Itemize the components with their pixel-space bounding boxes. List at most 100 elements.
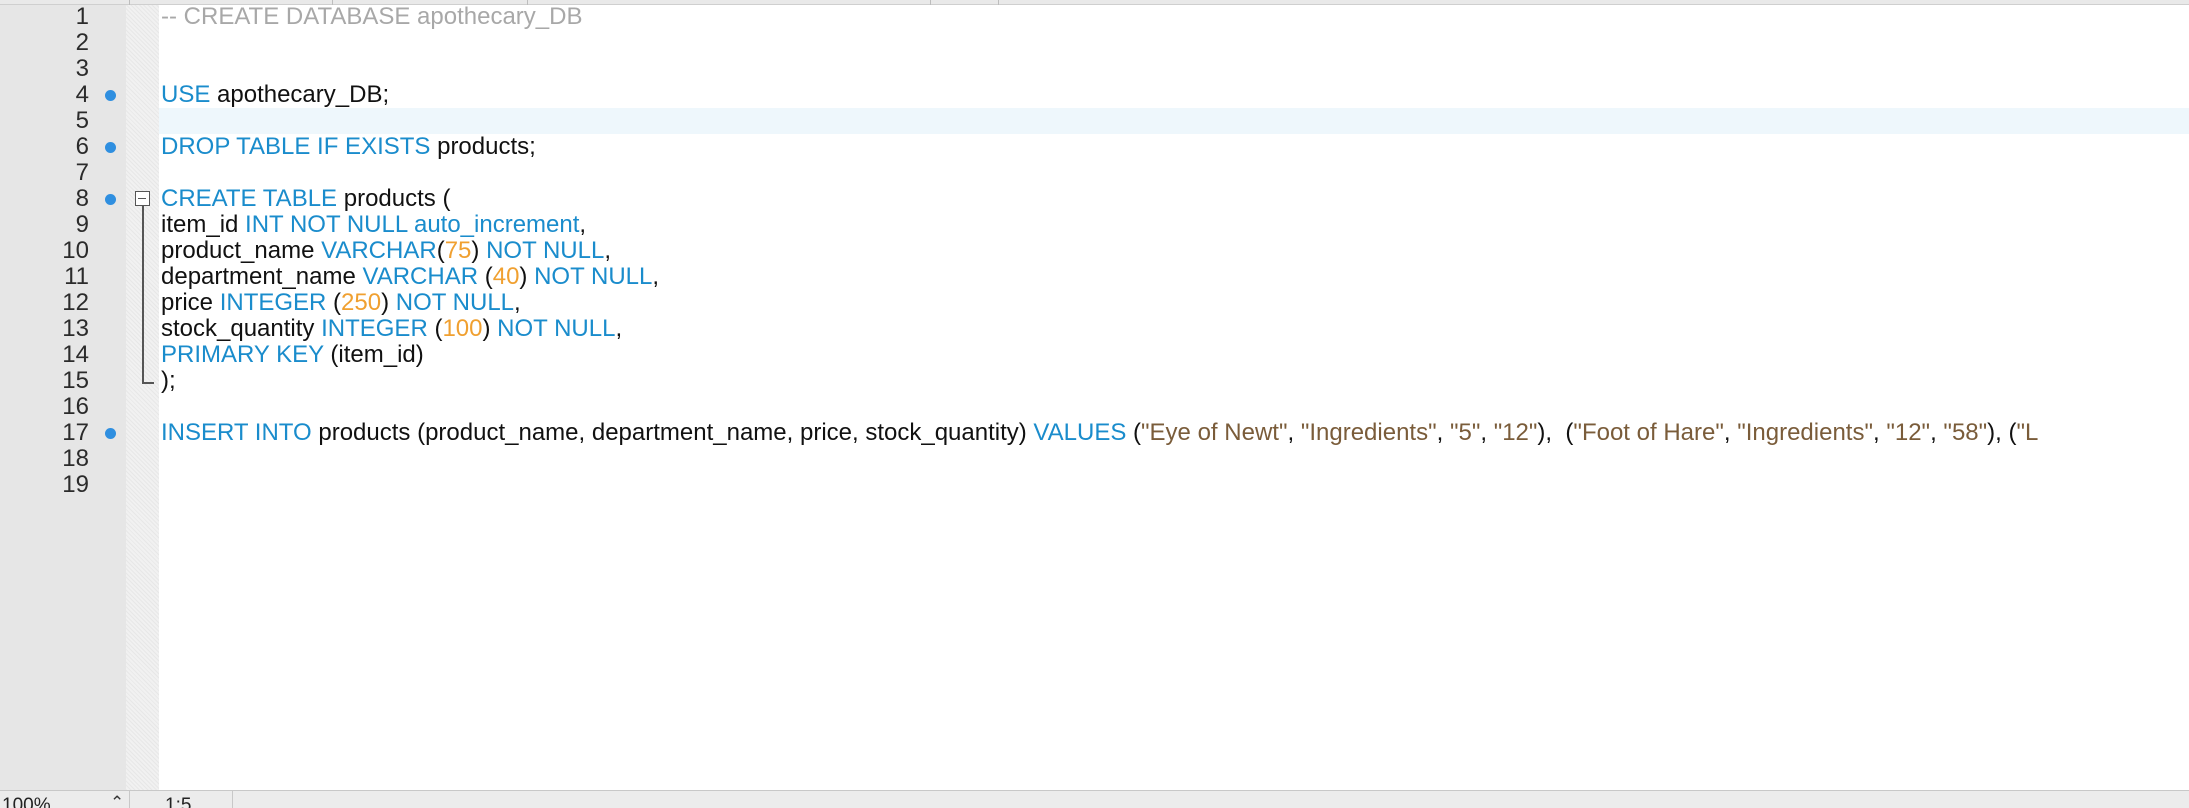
marker-column[interactable] <box>92 4 126 498</box>
code-token: (item_id) <box>323 341 424 368</box>
code-token: ( <box>478 263 493 290</box>
code-line[interactable] <box>159 56 2189 82</box>
code-token: "58" <box>1943 419 1988 446</box>
marker-slot[interactable] <box>92 30 126 56</box>
breakpoint-dot-icon[interactable] <box>105 194 116 205</box>
marker-slot[interactable] <box>92 82 126 108</box>
code-token: ( <box>427 315 443 342</box>
line-number: 15 <box>62 367 89 394</box>
line-number: 17 <box>62 419 89 446</box>
line-number: 7 <box>75 159 89 186</box>
status-bar: 100% ⌃ 1:5 <box>0 790 2189 808</box>
line-number-gutter[interactable]: 1 2 3 4 5 6 7 8 9 10 11 12 13 14 15 16 17 18 19 <box>0 0 126 790</box>
code-token: 250 <box>341 289 382 316</box>
zoom-select[interactable]: 100% ⌃ <box>0 791 130 808</box>
code-token: apothecary_DB; <box>210 81 390 108</box>
code-token: , <box>1436 419 1450 446</box>
breakpoint-dot-icon[interactable] <box>105 90 116 101</box>
breakpoint-dot-icon[interactable] <box>105 428 116 439</box>
marker-slot[interactable] <box>92 4 126 30</box>
code-line[interactable]: stock_quantity INTEGER (100) NOT NULL, <box>159 316 2189 342</box>
code-token: , <box>1930 419 1944 446</box>
line-number: 18 <box>62 445 89 472</box>
code-token: VARCHAR <box>362 263 479 290</box>
marker-slot[interactable] <box>92 394 126 420</box>
code-line[interactable]: CREATE TABLE products ( <box>159 186 2189 212</box>
code-line[interactable]: INSERT INTO products (product_name, depa… <box>159 420 2189 446</box>
line-number: 1 <box>75 3 89 30</box>
code-token: , <box>514 289 521 316</box>
code-line[interactable]: department_name VARCHAR (40) NOT NULL, <box>159 264 2189 290</box>
code-token: "12" <box>1886 419 1931 446</box>
line-number: 13 <box>62 315 89 342</box>
marker-slot[interactable] <box>92 108 126 134</box>
code-token: "Foot of Hare" <box>1573 419 1724 446</box>
code-token: NOT NULL <box>486 237 605 264</box>
line-number: 10 <box>62 237 89 264</box>
top-toolbar-edge <box>0 0 2189 5</box>
code-line[interactable]: item_id INT NOT NULL auto_increment, <box>159 212 2189 238</box>
marker-slot[interactable] <box>92 212 126 238</box>
breakpoint-dot-icon[interactable] <box>105 142 116 153</box>
code-token: 75 <box>444 237 472 264</box>
code-token: products ( <box>337 185 451 212</box>
code-token: ), ( <box>1537 419 1574 446</box>
marker-slot[interactable] <box>92 264 126 290</box>
marker-slot[interactable] <box>92 290 126 316</box>
code-token: , <box>579 211 587 238</box>
code-token: ) <box>381 289 396 316</box>
marker-slot[interactable] <box>92 160 126 186</box>
marker-slot[interactable] <box>92 342 126 368</box>
code-line[interactable] <box>159 446 2189 472</box>
code-token: , <box>652 263 660 290</box>
code-line[interactable] <box>159 394 2189 420</box>
code-token: INSERT INTO <box>161 419 312 446</box>
fold-gutter[interactable] <box>126 0 159 790</box>
code-token: ) <box>482 315 498 342</box>
cursor-position[interactable]: 1:5 <box>133 791 233 808</box>
code-token: 40 <box>492 263 520 290</box>
marker-slot[interactable] <box>92 420 126 446</box>
fold-range-line <box>142 206 144 383</box>
code-line[interactable] <box>159 160 2189 186</box>
zoom-level: 100% <box>2 795 51 808</box>
code-token: "Eye of Newt" <box>1141 419 1288 446</box>
code-line[interactable] <box>159 108 2189 134</box>
code-token: , <box>1287 419 1301 446</box>
marker-slot[interactable] <box>92 472 126 498</box>
code-token: products (product_name, department_name,… <box>311 419 1034 446</box>
line-numbers: 1 2 3 4 5 6 7 8 9 10 11 12 13 14 15 16 17 18 19 <box>0 4 90 498</box>
code-token: price <box>161 289 220 316</box>
marker-slot[interactable] <box>92 56 126 82</box>
code-token: "Ingredients" <box>1737 419 1873 446</box>
line-number: 8 <box>75 185 89 212</box>
code-editor[interactable]: -- CREATE DATABASE apothecary_DB USE apot… <box>159 4 2189 790</box>
code-line[interactable]: price INTEGER (250) NOT NULL, <box>159 290 2189 316</box>
code-line[interactable]: product_name VARCHAR(75) NOT NULL, <box>159 238 2189 264</box>
code-token: , <box>604 237 611 264</box>
code-line[interactable] <box>159 472 2189 498</box>
line-number: 12 <box>62 289 89 316</box>
code-token: NOT NULL <box>497 315 616 342</box>
code-token: item_id <box>161 211 246 238</box>
code-line[interactable]: -- CREATE DATABASE apothecary_DB <box>159 4 2189 30</box>
marker-slot[interactable] <box>92 368 126 394</box>
cursor-position-label: 1:5 <box>165 795 192 808</box>
code-token: VARCHAR <box>321 237 437 264</box>
fold-collapse-icon[interactable] <box>135 191 150 206</box>
marker-slot[interactable] <box>92 238 126 264</box>
code-token: DROP TABLE IF EXISTS <box>161 133 431 160</box>
code-line[interactable]: DROP TABLE IF EXISTS products; <box>159 134 2189 160</box>
marker-slot[interactable] <box>92 134 126 160</box>
code-token: "5" <box>1449 419 1481 446</box>
code-line[interactable] <box>159 30 2189 56</box>
marker-slot[interactable] <box>92 446 126 472</box>
code-line[interactable]: ); <box>159 368 2189 394</box>
code-line[interactable]: PRIMARY KEY (item_id) <box>159 342 2189 368</box>
code-token: ) <box>471 237 487 264</box>
marker-slot[interactable] <box>92 186 126 212</box>
code-token: department_name <box>161 263 363 290</box>
marker-slot[interactable] <box>92 316 126 342</box>
code-line[interactable]: USE apothecary_DB; <box>159 82 2189 108</box>
chevron-up-icon[interactable]: ⌃ <box>110 791 124 808</box>
